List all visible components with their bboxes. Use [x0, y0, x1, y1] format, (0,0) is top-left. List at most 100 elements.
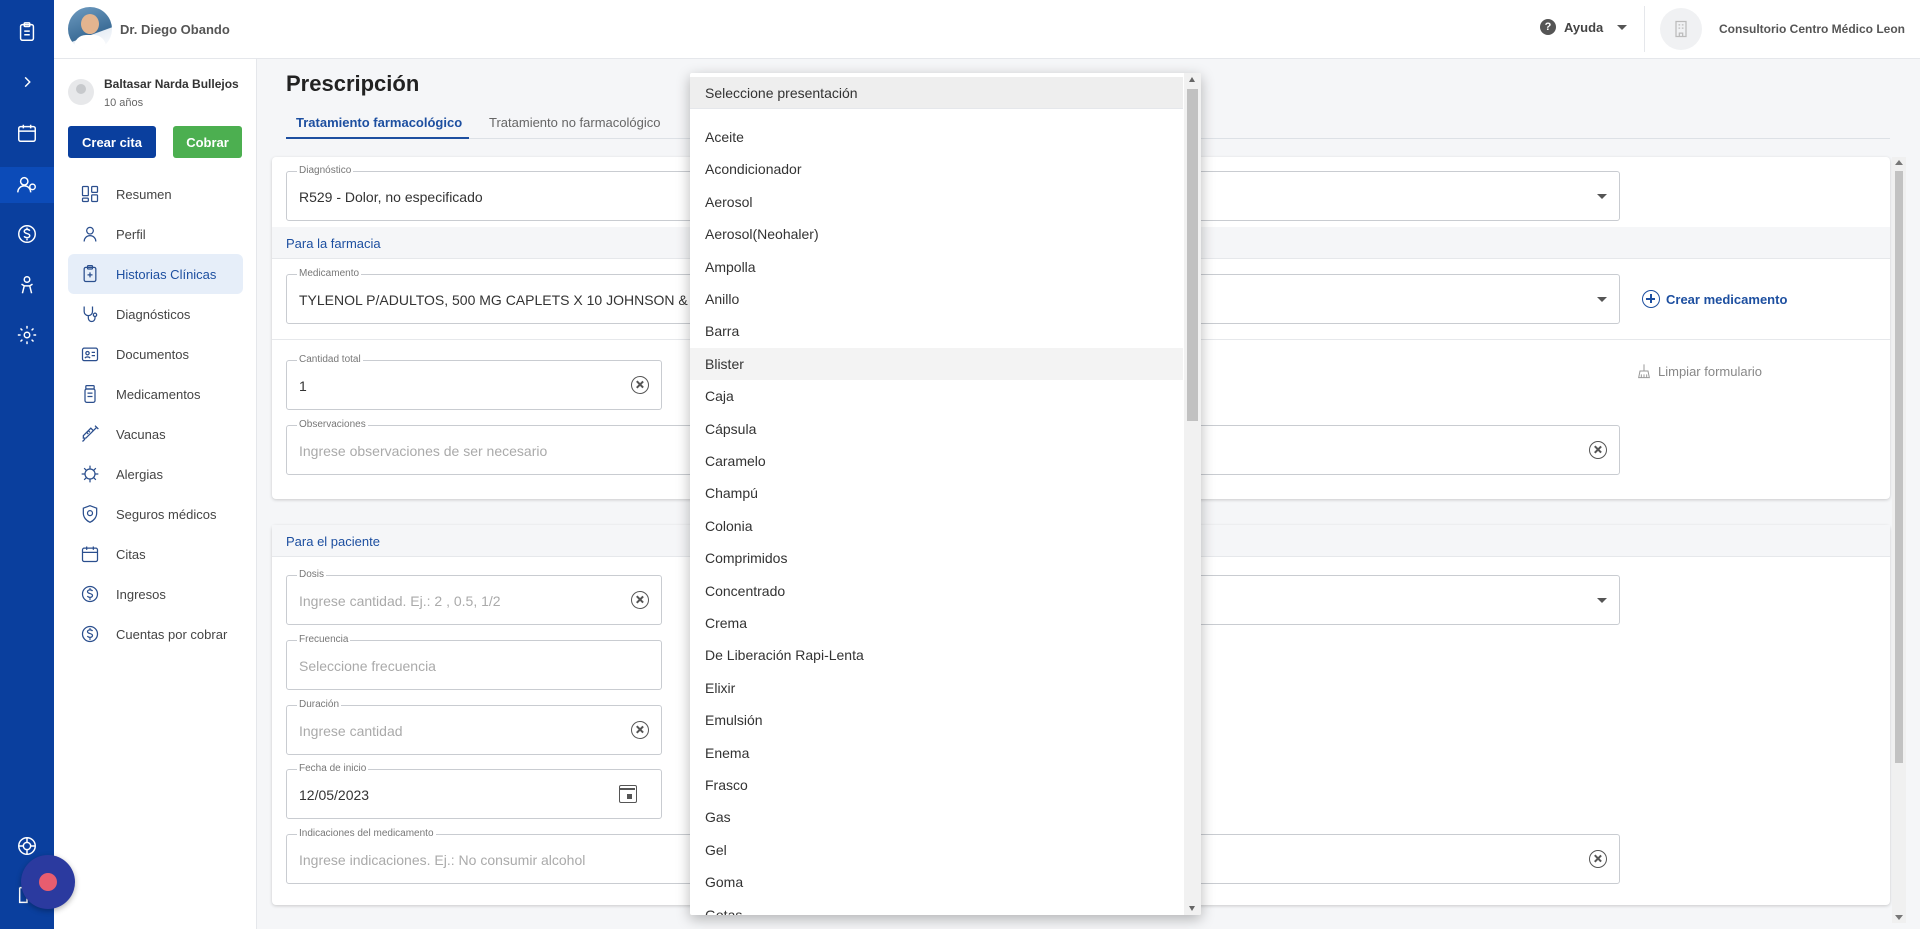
help-menu[interactable]: ? Ayuda — [1540, 19, 1628, 35]
duration-placeholder: Ingrese cantidad — [299, 723, 403, 739]
settings-gear-icon[interactable] — [13, 321, 41, 349]
clear-icon[interactable] — [631, 376, 649, 394]
expand-chevron-icon[interactable] — [13, 68, 41, 96]
diagnosis-label: Diagnóstico — [297, 165, 354, 176]
clear-icon[interactable] — [1589, 850, 1607, 868]
scroll-thumb[interactable] — [1895, 171, 1903, 763]
observations-label: Observaciones — [297, 419, 368, 430]
presentation-option[interactable]: Emulsión — [690, 704, 1183, 736]
clipboard-logo-icon[interactable] — [13, 18, 41, 46]
presentation-option[interactable]: Ampolla — [690, 251, 1183, 283]
presentation-option[interactable]: De Liberación Rapi-Lenta — [690, 639, 1183, 671]
total-quantity-input[interactable]: Cantidad total 1 — [286, 354, 662, 410]
nav-item-vacunas[interactable]: Vacunas — [68, 414, 243, 454]
billing-dollar-icon[interactable] — [13, 220, 41, 248]
nav-item-cuentas-por-cobrar[interactable]: Cuentas por cobrar — [68, 614, 243, 654]
nav-item-medicamentos[interactable]: Medicamentos — [68, 374, 243, 414]
clinic-name[interactable]: Consultorio Centro Médico Leon — [1719, 22, 1905, 36]
presentation-option[interactable]: Gotas — [690, 899, 1183, 915]
nav-item-diagnosticos[interactable]: Diagnósticos — [68, 294, 243, 334]
syringe-icon — [82, 425, 99, 442]
presentation-option[interactable]: Aceite — [690, 121, 1183, 153]
duration-input[interactable]: Duración Ingrese cantidad — [286, 699, 662, 755]
presentation-option[interactable]: Enema — [690, 737, 1183, 769]
dose-placeholder: Ingrese cantidad. Ej.: 2 , 0.5, 1/2 — [299, 593, 501, 609]
nav-label: Documentos — [116, 346, 189, 362]
support-lifebuoy-icon[interactable] — [13, 832, 41, 860]
presentation-option[interactable]: Comprimidos — [690, 542, 1183, 574]
patients-icon[interactable] — [0, 167, 54, 203]
patient-avatar — [68, 79, 94, 105]
nav-item-citas[interactable]: Citas — [68, 534, 243, 574]
presentation-option[interactable]: Barra — [690, 315, 1183, 347]
scroll-thumb[interactable] — [1187, 89, 1198, 421]
clear-icon[interactable] — [631, 721, 649, 739]
chevron-down-icon — [1597, 297, 1607, 302]
clear-icon[interactable] — [631, 591, 649, 609]
presentation-option[interactable]: Aerosol(Neohaler) — [690, 218, 1183, 250]
dropdown-scrollbar[interactable] — [1184, 73, 1201, 915]
agenda-icon[interactable] — [13, 119, 41, 147]
calendar-icon[interactable] — [619, 785, 637, 803]
doctor-avatar[interactable] — [68, 7, 112, 51]
presentation-option[interactable]: Gas — [690, 801, 1183, 833]
nav-item-ingresos[interactable]: Ingresos — [68, 574, 243, 614]
duration-label: Duración — [297, 699, 342, 710]
add-circle-icon — [1642, 290, 1660, 308]
presentation-option[interactable]: Concentrado — [690, 575, 1183, 607]
clinical-history-icon — [83, 265, 97, 283]
presentation-option[interactable]: Colonia — [690, 510, 1183, 542]
nav-item-resumen[interactable]: Resumen — [68, 174, 243, 214]
presentation-option[interactable]: Goma — [690, 866, 1183, 898]
doctor-name[interactable]: Dr. Diego Obando — [120, 22, 230, 37]
presentation-option[interactable]: Blister — [690, 347, 1183, 380]
start-date-input[interactable]: Fecha de inicio 12/05/2023 — [286, 763, 662, 819]
presentation-option[interactable]: Elixir — [690, 672, 1183, 704]
help-label: Ayuda — [1564, 19, 1604, 35]
nav-item-historias-clinicas[interactable]: Historias Clínicas — [68, 254, 243, 294]
tab-pharmacological[interactable]: Tratamiento farmacológico — [296, 115, 462, 130]
dose-input[interactable]: Dosis Ingrese cantidad. Ej.: 2 , 0.5, 1/… — [286, 569, 662, 625]
nav-item-seguros-medicos[interactable]: Seguros médicos — [68, 494, 243, 534]
clinic-building-icon[interactable] — [1660, 8, 1702, 50]
nav-item-documentos[interactable]: Documentos — [68, 334, 243, 374]
presentation-dropdown-header[interactable]: Seleccione presentación — [690, 77, 1183, 109]
nav-item-perfil[interactable]: Perfil — [68, 214, 243, 254]
create-appointment-button[interactable]: Crear cita — [68, 126, 156, 158]
presentation-option[interactable]: Anillo — [690, 283, 1183, 315]
presentation-option[interactable]: Aerosol — [690, 186, 1183, 218]
staff-icon[interactable] — [13, 271, 41, 299]
dashboard-icon — [81, 185, 99, 203]
presentation-option[interactable]: Gel — [690, 834, 1183, 866]
presentation-option[interactable]: Cápsula — [690, 413, 1183, 445]
scroll-up-icon[interactable] — [1895, 160, 1903, 165]
profile-icon — [83, 226, 97, 242]
chat-launcher-button[interactable] — [21, 855, 75, 909]
patient-sidebar: Baltasar Narda Bullejos 10 años Crear ci… — [54, 59, 257, 929]
frequency-select[interactable]: Frecuencia Seleccione frecuencia — [286, 634, 662, 690]
nav-label: Medicamentos — [116, 386, 201, 402]
scroll-up-icon[interactable] — [1189, 77, 1195, 82]
allergy-icon — [81, 465, 99, 483]
presentation-dropdown[interactable]: Seleccione presentación Aceite Acondicion… — [690, 73, 1201, 915]
presentation-option[interactable]: Champú — [690, 477, 1183, 509]
nav-label: Citas — [116, 546, 146, 562]
presentation-option[interactable]: Crema — [690, 607, 1183, 639]
broom-icon — [1638, 364, 1650, 379]
create-medication-link[interactable]: Crear medicamento — [1642, 290, 1787, 308]
tab-non-pharmacological[interactable]: Tratamiento no farmacológico — [489, 115, 661, 130]
clear-form-link[interactable]: Limpiar formulario — [1636, 363, 1762, 379]
presentation-option[interactable]: Acondicionador — [690, 153, 1183, 185]
clear-icon[interactable] — [1589, 441, 1607, 459]
presentation-option[interactable]: Caramelo — [690, 445, 1183, 477]
frequency-placeholder: Seleccione frecuencia — [299, 658, 436, 674]
scroll-down-icon[interactable] — [1189, 906, 1195, 911]
presentation-option[interactable]: Frasco — [690, 769, 1183, 801]
scroll-down-icon[interactable] — [1895, 915, 1903, 920]
main-scrollbar[interactable] — [1892, 157, 1906, 923]
presentation-option[interactable]: Caja — [690, 380, 1183, 412]
charge-button[interactable]: Cobrar — [173, 126, 242, 158]
nav-item-alergias[interactable]: Alergias — [68, 454, 243, 494]
patient-section-title: Para el paciente — [286, 534, 380, 549]
nav-label: Resumen — [116, 186, 172, 202]
